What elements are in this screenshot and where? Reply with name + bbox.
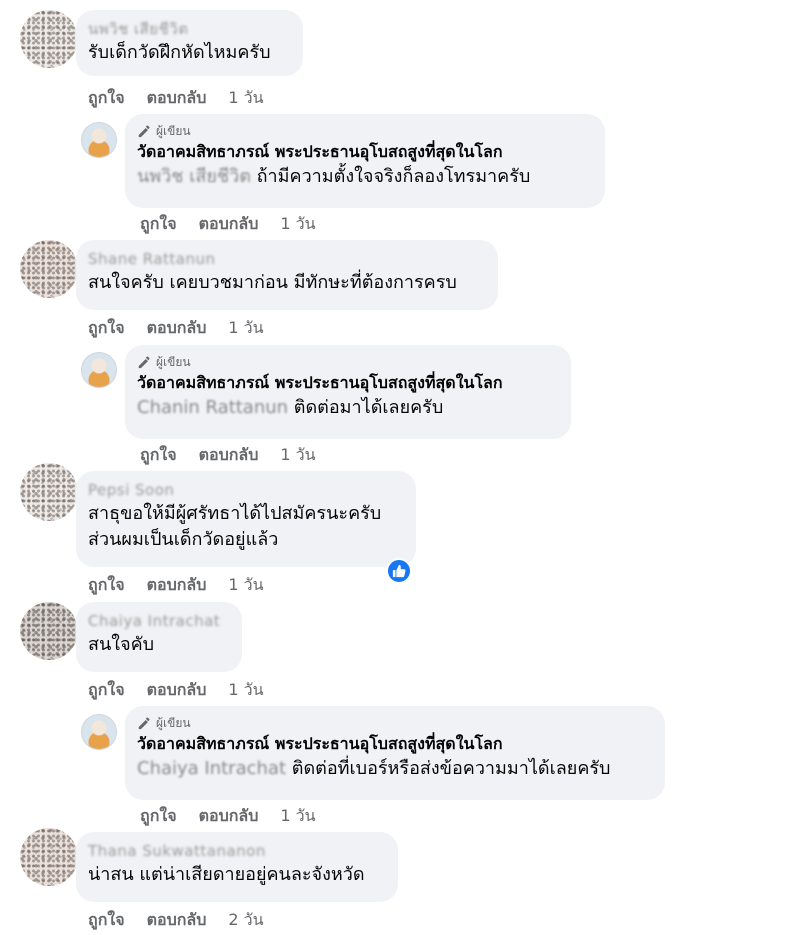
comment-bubble: นพวิช เสียชีวิต รับเด็กวัดฝึกหัดไหมครับ: [76, 10, 303, 76]
like-button[interactable]: ถูกใจ: [88, 680, 125, 700]
page-name[interactable]: วัดอาคมสิทธาภรณ์ พระประธานอุโบสถสูงที่สุ…: [137, 732, 653, 756]
author-badge: ผู้เขียน: [137, 714, 653, 732]
page-name[interactable]: วัดอาคมสิทธาภรณ์ พระประธานอุโบสถสูงที่สุ…: [137, 140, 593, 164]
reply-text: ติดต่อมาได้เลยครับ: [293, 397, 444, 418]
author-badge: ผู้เขียน: [137, 353, 559, 371]
comment-actions: ถูกใจ ตอบกลับ 1 วัน: [88, 575, 264, 595]
comment-time[interactable]: 1 วัน: [228, 88, 263, 108]
comment-time[interactable]: 2 วัน: [228, 910, 263, 930]
comment-time[interactable]: 1 วัน: [228, 318, 263, 338]
mention-tag[interactable]: Chanin Rattanun: [137, 397, 288, 418]
page-avatar[interactable]: [81, 352, 117, 388]
pencil-icon: [138, 356, 151, 369]
comment-time[interactable]: 1 วัน: [228, 680, 263, 700]
reply-button[interactable]: ตอบกลับ: [147, 318, 207, 338]
reply-button[interactable]: ตอบกลับ: [199, 445, 259, 465]
comment-actions: ถูกใจ ตอบกลับ 1 วัน: [88, 88, 264, 108]
comment-bubble: Chaiya Intrachat สนใจคับ: [76, 602, 242, 672]
reply-button[interactable]: ตอบกลับ: [147, 575, 207, 595]
comment-actions: ถูกใจ ตอบกลับ 2 วัน: [88, 910, 264, 930]
like-button[interactable]: ถูกใจ: [88, 575, 125, 595]
reply-button[interactable]: ตอบกลับ: [147, 910, 207, 930]
comment-actions: ถูกใจ ตอบกลับ 1 วัน: [140, 214, 316, 234]
comment-bubble: Shane Rattanun สนใจครับ เคยบวชมาก่อน มีท…: [76, 240, 498, 310]
reply-bubble: ผู้เขียน วัดอาคมสิทธาภรณ์ พระประธานอุโบส…: [125, 345, 571, 439]
reply-button[interactable]: ตอบกลับ: [199, 214, 259, 234]
comment-text: สนใจครับ เคยบวชมาก่อน มีทักษะที่ต้องการค…: [88, 272, 457, 293]
author-badge-label: ผู้เขียน: [156, 716, 191, 730]
comment-author[interactable]: Thana Sukwattananon: [88, 840, 386, 862]
comment-text: ส่วนผมเป็นเด็กวัดอยู่แล้ว: [88, 529, 279, 550]
comment-actions: ถูกใจ ตอบกลับ 1 วัน: [140, 806, 316, 826]
comment-time[interactable]: 1 วัน: [228, 575, 263, 595]
comment-text: สนใจคับ: [88, 634, 155, 655]
reply-button[interactable]: ตอบกลับ: [199, 806, 259, 826]
reaction-badge[interactable]: [386, 558, 412, 584]
like-button[interactable]: ถูกใจ: [140, 214, 177, 234]
reply-bubble: ผู้เขียน วัดอาคมสิทธาภรณ์ พระประธานอุโบส…: [125, 114, 605, 208]
author-badge-label: ผู้เขียน: [156, 355, 191, 369]
reply-text: ถ้ามีความตั้งใจจริงก็ลองโทรมาครับ: [256, 166, 531, 187]
reply-button[interactable]: ตอบกลับ: [147, 88, 207, 108]
comment-bubble: Pepsi Soon สาธุขอให้มีผู้ศรัทธาได้ไปสมัค…: [76, 471, 416, 567]
comment-author[interactable]: Pepsi Soon: [88, 479, 404, 501]
like-button[interactable]: ถูกใจ: [88, 88, 125, 108]
avatar[interactable]: [20, 602, 78, 660]
reply-button[interactable]: ตอบกลับ: [147, 680, 207, 700]
comment-actions: ถูกใจ ตอบกลับ 1 วัน: [140, 445, 316, 465]
comment-bubble: Thana Sukwattananon น่าสน แต่น่าเสียดายอ…: [76, 832, 398, 902]
comment-text: รับเด็กวัดฝึกหัดไหมครับ: [88, 42, 271, 63]
avatar[interactable]: [20, 463, 78, 521]
comment-time[interactable]: 1 วัน: [280, 214, 315, 234]
page-avatar[interactable]: [81, 122, 117, 158]
comment-author[interactable]: Chaiya Intrachat: [88, 610, 230, 632]
thumbs-up-icon: [392, 564, 406, 578]
comment-time[interactable]: 1 วัน: [280, 445, 315, 465]
mention-tag[interactable]: Chaiya Intrachat: [137, 758, 286, 779]
author-badge: ผู้เขียน: [137, 122, 593, 140]
like-button[interactable]: ถูกใจ: [140, 445, 177, 465]
comment-author[interactable]: นพวิช เสียชีวิต: [88, 18, 291, 40]
pencil-icon: [138, 717, 151, 730]
like-button[interactable]: ถูกใจ: [88, 910, 125, 930]
comment-text: สาธุขอให้มีผู้ศรัทธาได้ไปสมัครนะครับ: [88, 503, 382, 524]
reply-bubble: ผู้เขียน วัดอาคมสิทธาภรณ์ พระประธานอุโบส…: [125, 706, 665, 800]
comment-actions: ถูกใจ ตอบกลับ 1 วัน: [88, 318, 264, 338]
reply-text: ติดต่อที่เบอร์หรือส่งข้อความมาได้เลยครับ: [291, 758, 611, 779]
like-button[interactable]: ถูกใจ: [140, 806, 177, 826]
pencil-icon: [138, 125, 151, 138]
author-badge-label: ผู้เขียน: [156, 124, 191, 138]
page-avatar[interactable]: [81, 714, 117, 750]
comment-text: น่าสน แต่น่าเสียดายอยู่คนละจังหวัด: [88, 864, 365, 885]
avatar[interactable]: [20, 828, 78, 886]
avatar[interactable]: [20, 10, 78, 68]
comment-author[interactable]: Shane Rattanun: [88, 248, 486, 270]
like-button[interactable]: ถูกใจ: [88, 318, 125, 338]
avatar[interactable]: [20, 240, 78, 298]
comment-actions: ถูกใจ ตอบกลับ 1 วัน: [88, 680, 264, 700]
comment-time[interactable]: 1 วัน: [280, 806, 315, 826]
mention-tag[interactable]: นพวิช เสียชีวิต: [137, 166, 251, 187]
page-name[interactable]: วัดอาคมสิทธาภรณ์ พระประธานอุโบสถสูงที่สุ…: [137, 371, 559, 395]
